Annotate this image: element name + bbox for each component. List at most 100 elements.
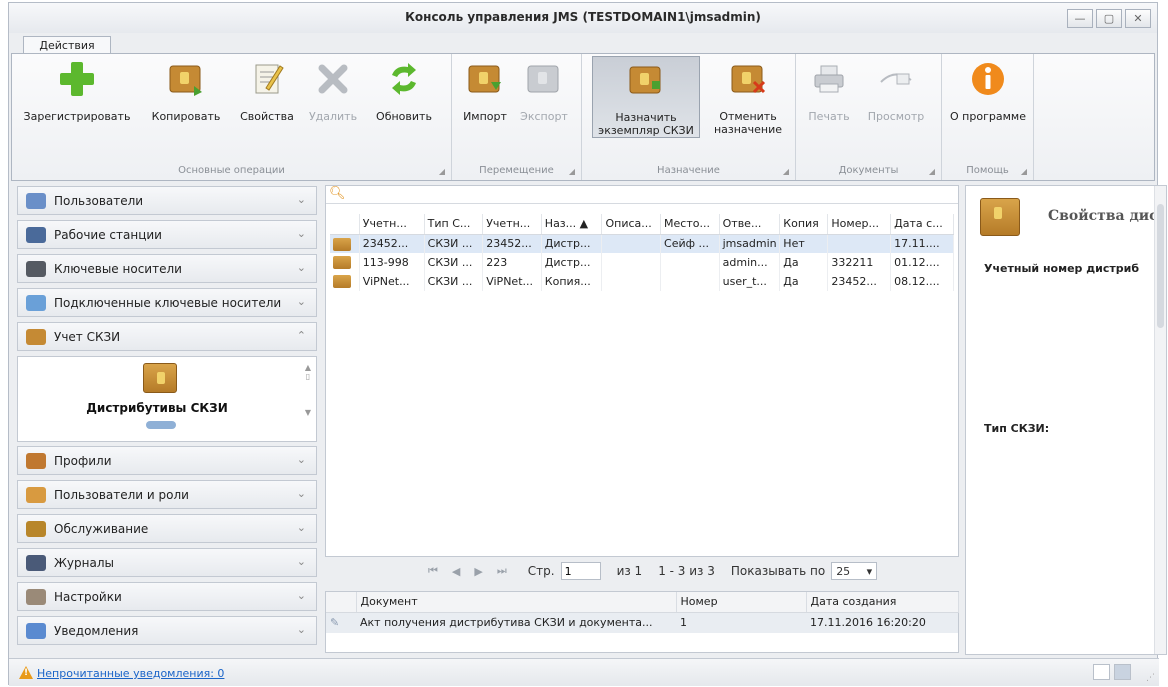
- nav-item-users[interactable]: Пользователи ⌄: [17, 186, 317, 215]
- nav-item-journals[interactable]: Журналы ⌄: [17, 548, 317, 577]
- table-row[interactable]: ✎ Акт получения дистрибутива СКЗИ и доку…: [326, 612, 958, 633]
- copy-box-icon: [165, 58, 207, 100]
- column-header[interactable]: Учетн...: [482, 214, 542, 235]
- import-button[interactable]: Импорт: [460, 58, 510, 123]
- table-row[interactable]: 113-998 СКЗИ ... 223 Дистр... admin... Д…: [330, 253, 954, 272]
- title-bar: Консоль управления JMS (TESTDOMAIN1\jmsa…: [9, 3, 1157, 33]
- refresh-button[interactable]: Обновить: [364, 58, 444, 123]
- nav-item-users-roles[interactable]: Пользователи и роли ⌄: [17, 480, 317, 509]
- tab-actions[interactable]: Действия: [23, 36, 111, 54]
- nav-item-profiles[interactable]: Профили ⌄: [17, 446, 317, 475]
- document-icon: ✎: [330, 616, 340, 630]
- print-button[interactable]: Печать: [804, 58, 854, 123]
- roles-icon: [26, 486, 46, 503]
- record-range: 1 - 3 из 3: [658, 564, 715, 578]
- ribbon-tabstrip: Действия: [9, 33, 1157, 54]
- properties-icon: [246, 58, 288, 100]
- minimize-button[interactable]: —: [1067, 9, 1093, 28]
- column-header[interactable]: Копия: [779, 214, 829, 235]
- nav-item-maintenance[interactable]: Обслуживание ⌄: [17, 514, 317, 543]
- table-cell: СКЗИ ...: [424, 234, 484, 253]
- column-header[interactable]: Тип С...: [424, 214, 484, 235]
- dropdown-arrow-icon: ▾: [866, 564, 873, 578]
- table-cell: 23452...: [359, 234, 425, 253]
- column-header[interactable]: Номер: [676, 592, 807, 613]
- column-header[interactable]: Документ: [356, 592, 677, 613]
- table-cell: [660, 253, 720, 272]
- column-header[interactable]: Наз... ▲: [541, 214, 603, 235]
- table-cell: Да: [779, 272, 829, 291]
- grid-search-bar[interactable]: 🔍︎: [326, 186, 958, 204]
- distributive-row-icon: [333, 237, 351, 251]
- group-docs: Печать Просмотр Документы ◢: [796, 54, 942, 180]
- prev-page-icon[interactable]: ◀: [452, 565, 460, 578]
- printer-icon: [808, 58, 850, 100]
- nav-item-label: Профили: [54, 453, 112, 468]
- nav-item-workstations[interactable]: Рабочие станции ⌄: [17, 220, 317, 249]
- register-button[interactable]: Зарегистрировать: [16, 58, 138, 123]
- nav-item-label: Пользователи: [54, 193, 144, 208]
- preview-button[interactable]: Просмотр: [860, 58, 932, 123]
- page-input[interactable]: [560, 562, 601, 580]
- warning-icon: !: [19, 666, 33, 679]
- nav-item-skzi-accounting[interactable]: Учет СКЗИ ⌃: [17, 322, 317, 351]
- next-page-icon[interactable]: ▶: [474, 565, 482, 578]
- delete-button[interactable]: Удалить: [308, 58, 358, 123]
- copy-button[interactable]: Копировать: [144, 58, 228, 123]
- unassign-button[interactable]: Отменить назначение: [708, 58, 788, 136]
- table-row[interactable]: ViPNet... СКЗИ ... ViPNet... Копия... us…: [330, 272, 954, 291]
- column-header-icon: [330, 214, 360, 235]
- last-page-icon[interactable]: ⏭: [497, 564, 507, 578]
- workstation-icon: [26, 226, 46, 243]
- column-header[interactable]: Место...: [660, 214, 720, 235]
- unread-notifications-link[interactable]: Непрочитанные уведомления: 0: [37, 667, 224, 680]
- nav-item-connected-carriers[interactable]: Подключенные ключевые носители ⌄: [17, 288, 317, 317]
- about-label: О программе: [950, 110, 1026, 123]
- table-cell: 113-998: [359, 253, 425, 272]
- nav-scrollbar[interactable]: ▲ ▯ ▼: [304, 363, 312, 433]
- property-label: Тип СКЗИ:: [984, 422, 1050, 435]
- nav-item-settings[interactable]: Настройки ⌄: [17, 582, 317, 611]
- export-button[interactable]: Экспорт: [516, 58, 572, 123]
- scrollbar-thumb[interactable]: [1157, 204, 1164, 328]
- table-cell: jmsadmin: [719, 234, 781, 253]
- table-cell: [601, 272, 662, 291]
- chevron-down-icon: ⌄: [296, 623, 306, 636]
- unassign-box-icon: [727, 58, 769, 100]
- delete-icon: [312, 58, 354, 100]
- table-cell: 17.11....: [890, 234, 954, 253]
- first-page-icon[interactable]: ⏮: [428, 564, 438, 578]
- column-header[interactable]: Дата с...: [890, 214, 954, 235]
- view-split-icon[interactable]: [1114, 664, 1131, 680]
- table-cell: [601, 234, 662, 253]
- resize-grip-icon[interactable]: ⋰: [1146, 673, 1155, 683]
- nav-item-notifications[interactable]: Уведомления ⌄: [17, 616, 317, 645]
- properties-button[interactable]: Свойства: [232, 58, 302, 123]
- nav-item-key-carriers[interactable]: Ключевые носители ⌄: [17, 254, 317, 283]
- maximize-button[interactable]: ▢: [1096, 9, 1122, 28]
- info-icon: [967, 58, 1009, 100]
- column-header[interactable]: Номер...: [827, 214, 892, 235]
- nav-item-label: Пользователи и роли: [54, 487, 189, 502]
- page-size-select[interactable]: 25 ▾: [831, 562, 878, 580]
- table-cell: admin...: [719, 253, 781, 272]
- about-button[interactable]: О программе: [946, 58, 1030, 123]
- users-icon: [26, 192, 46, 209]
- delete-label: Удалить: [308, 110, 358, 123]
- table-header-row: Документ Номер Дата создания: [326, 592, 959, 613]
- group-docs-caption: Документы: [838, 165, 899, 176]
- close-button[interactable]: ✕: [1125, 9, 1151, 28]
- nav-subitem-distributives[interactable]: Дистрибутивы СКЗИ: [18, 401, 296, 415]
- column-header[interactable]: Учетн...: [359, 214, 425, 235]
- assign-copy-button[interactable]: Назначить экземпляр СКЗИ: [592, 56, 700, 138]
- column-header[interactable]: Дата создания: [806, 592, 959, 613]
- export-label: Экспорт: [520, 110, 568, 123]
- table-row[interactable]: 23452... СКЗИ ... 23452... Дистр... Сейф…: [330, 234, 954, 253]
- properties-panel: Свойства дис Учетный номер дистриб Тип С…: [965, 185, 1167, 655]
- nav-item-label: Подключенные ключевые носители: [54, 295, 282, 310]
- view-list-icon[interactable]: [1093, 664, 1110, 680]
- assign-box-icon: [625, 59, 667, 101]
- table-cell: СКЗИ ...: [424, 272, 484, 291]
- column-header[interactable]: Описа...: [601, 214, 662, 235]
- column-header[interactable]: Отве...: [719, 214, 781, 235]
